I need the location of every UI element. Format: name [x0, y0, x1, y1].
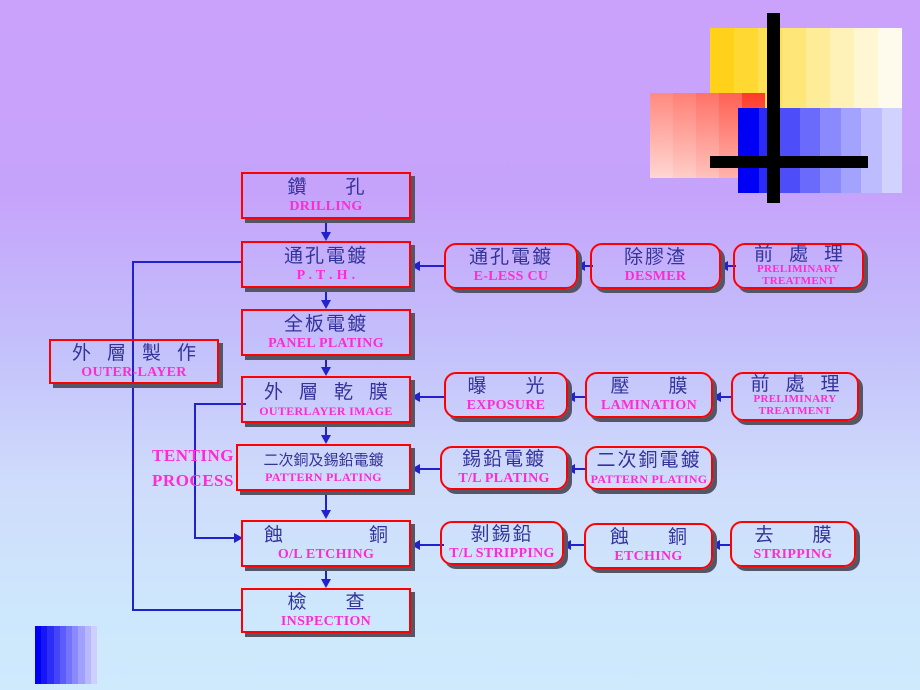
- box-label-en-preliminary-1: PRELIMINARY TREATMENT: [757, 262, 840, 287]
- box-label-cn-pattern-plating-main: 二次銅及錫鉛電鍍: [263, 450, 384, 469]
- box-label-cn-ol-etching: 蝕 銅: [263, 523, 404, 546]
- process-box-ol-etching[interactable]: 蝕 銅 O/L ETCHING: [241, 520, 411, 567]
- process-box-etching[interactable]: 蝕 銅 ETCHING: [584, 523, 713, 569]
- box-label-cn-preliminary-1: 前處理: [753, 242, 859, 265]
- process-box-pattern-plating-main[interactable]: 二次銅及錫鉛電鍍 PATTERN PLATING: [236, 444, 411, 491]
- connector-spine-bottom: [132, 609, 242, 611]
- box-label-cn-desmer: 除膠渣: [623, 246, 687, 268]
- box-label-cn-pattern-plating: 二次銅電鍍: [596, 449, 702, 471]
- connector-oletching-to-inspection: [325, 567, 327, 579]
- box-label-en-stripping: STRIPPING: [753, 547, 833, 562]
- process-box-tl-stripping[interactable]: 剝錫鉛 T/L STRIPPING: [440, 521, 564, 565]
- box-label-en-drilling: DRILLING: [289, 198, 363, 214]
- arrowhead-tlplating-to-pattern: [411, 464, 420, 474]
- box-label-en-preliminary-2: PRELIMINARY TREATMENT: [753, 393, 837, 417]
- tenting-line-1: TENTING: [152, 446, 234, 465]
- box-label-cn-lamination: 壓 膜: [610, 375, 698, 397]
- box-label-cn-etching: 蝕 銅: [609, 526, 697, 548]
- process-box-panel-plating[interactable]: 全板電鍍 PANEL PLATING: [241, 309, 411, 356]
- box-label-cn-stripping: 去 膜: [754, 524, 842, 546]
- swatch-9: [90, 626, 98, 684]
- process-box-tl-plating[interactable]: 錫鉛電鍍 T/L PLATING: [440, 446, 568, 490]
- connector-spine-top: [132, 261, 242, 263]
- connector-tenting-top: [194, 403, 246, 405]
- box-label-cn-preliminary-2: 前處理: [750, 373, 856, 396]
- box-label-en-inspection: INSPECTION: [280, 613, 372, 629]
- connector-exposure-to-outerimage: [416, 396, 446, 398]
- arrowhead-outerimage-to-pattern: [321, 435, 331, 444]
- box-label-en-etching: ETCHING: [614, 549, 683, 564]
- box-label-cn-drilling: 鑽 孔: [287, 175, 375, 198]
- box-label-cn-eless-cu: 通孔電鍍: [468, 246, 553, 268]
- logo-blue-ramp: [738, 108, 902, 193]
- process-box-preliminary-1[interactable]: 前處理 PRELIMINARY TREATMENT: [733, 243, 864, 289]
- process-box-eless-cu[interactable]: 通孔電鍍 E-LESS CU: [444, 243, 578, 289]
- arrowhead-pth-to-panel: [321, 300, 331, 309]
- box-label-en-tl-plating: T/L PLATING: [458, 471, 550, 486]
- box-label-en-pth: P . T . H .: [296, 267, 356, 283]
- process-box-pth[interactable]: 通孔電鍍 P . T . H .: [241, 241, 411, 288]
- process-box-outerlayer-image[interactable]: 外層乾膜 OUTERLAYER IMAGE: [241, 376, 411, 423]
- box-label-cn-outerlayer-image: 外層乾膜: [263, 380, 404, 403]
- box-label-en-tl-stripping: T/L STRIPPING: [449, 546, 555, 561]
- process-box-inspection[interactable]: 檢 查 INSPECTION: [241, 588, 411, 633]
- box-label-cn-inspection: 檢 查: [287, 590, 375, 613]
- connector-outerimage-to-pattern: [325, 423, 327, 435]
- process-box-lamination[interactable]: 壓 膜 LAMINATION: [585, 372, 713, 418]
- logo-cross-vertical: [767, 13, 780, 203]
- process-box-exposure[interactable]: 曝 光 EXPOSURE: [444, 372, 568, 418]
- connector-elesscu-to-pth: [416, 265, 446, 267]
- arrowhead-panel-to-outerimage: [321, 367, 331, 376]
- box-label-en-outer-layer: OUTER-LAYER: [81, 364, 187, 380]
- box-label-en-pattern-plating: PATTERN PLATING: [590, 472, 708, 486]
- box-label-cn-tl-stripping: 剝錫鉛: [470, 523, 534, 545]
- arrowhead-prelim2-to-lamination: [712, 392, 721, 402]
- box-label-cn-tl-plating: 錫鉛電鍍: [461, 448, 546, 470]
- arrowhead-tlstripping-to-oletching: [411, 540, 420, 550]
- box-label-en-ol-etching: O/L ETCHING: [277, 546, 375, 562]
- box-label-en-outerlayer-image: OUTERLAYER IMAGE: [259, 403, 393, 418]
- connector-pth-to-panel: [325, 288, 327, 300]
- arrowhead-pattern-to-oletching: [321, 510, 331, 519]
- logo-cross-horizontal: [710, 156, 868, 168]
- connector-etching-to-tlstripping: [569, 544, 585, 546]
- connector-spine-vertical: [132, 261, 134, 611]
- process-box-desmer[interactable]: 除膠渣 DESMER: [590, 243, 721, 289]
- tenting-line-2: PROCESS: [152, 470, 234, 490]
- connector-tenting-bottom: [194, 537, 236, 539]
- box-label-en-lamination: LAMINATION: [600, 398, 698, 413]
- tenting-process-label: TENTING PROCESS: [138, 444, 248, 493]
- connector-drilling-to-pth: [325, 219, 327, 233]
- box-label-cn-exposure: 曝 光: [467, 375, 555, 397]
- box-label-en-desmer: DESMER: [624, 269, 687, 284]
- process-box-stripping[interactable]: 去 膜 STRIPPING: [730, 521, 856, 567]
- process-box-drilling[interactable]: 鑽 孔 DRILLING: [241, 172, 411, 219]
- slide-canvas: TENTING PROCESS 鑽 孔 DRILLING 通孔電鍍 P . T . H…: [0, 0, 920, 690]
- arrowhead-elesscu-to-pth: [411, 261, 420, 271]
- arrowhead-exposure-to-outerimage: [411, 392, 420, 402]
- process-box-outer-layer[interactable]: 外層製作 OUTER-LAYER: [49, 339, 219, 384]
- blue-gradient-swatch-bar: [35, 626, 98, 684]
- process-box-pattern-plating[interactable]: 二次銅電鍍 PATTERN PLATING: [585, 446, 713, 490]
- box-label-cn-panel-plating: 全板電鍍: [283, 312, 368, 335]
- process-box-preliminary-2[interactable]: 前處理 PRELIMINARY TREATMENT: [731, 372, 859, 421]
- connector-pattern-to-oletching: [325, 491, 327, 510]
- box-label-en-exposure: EXPOSURE: [466, 398, 546, 413]
- box-label-en-eless-cu: E-LESS CU: [473, 269, 549, 284]
- arrowhead-oletching-to-inspection: [321, 579, 331, 588]
- box-label-cn-pth: 通孔電鍍: [283, 244, 368, 267]
- box-label-en-panel-plating: PANEL PLATING: [268, 335, 384, 351]
- color-gradient-cross-logo: [650, 10, 902, 220]
- connector-panel-to-outerimage: [325, 356, 327, 367]
- box-label-en-pattern-plating-main: PATTERN PLATING: [265, 469, 382, 484]
- box-label-cn-outer-layer: 外層製作: [71, 341, 212, 364]
- arrowhead-drilling-to-pth: [321, 232, 331, 241]
